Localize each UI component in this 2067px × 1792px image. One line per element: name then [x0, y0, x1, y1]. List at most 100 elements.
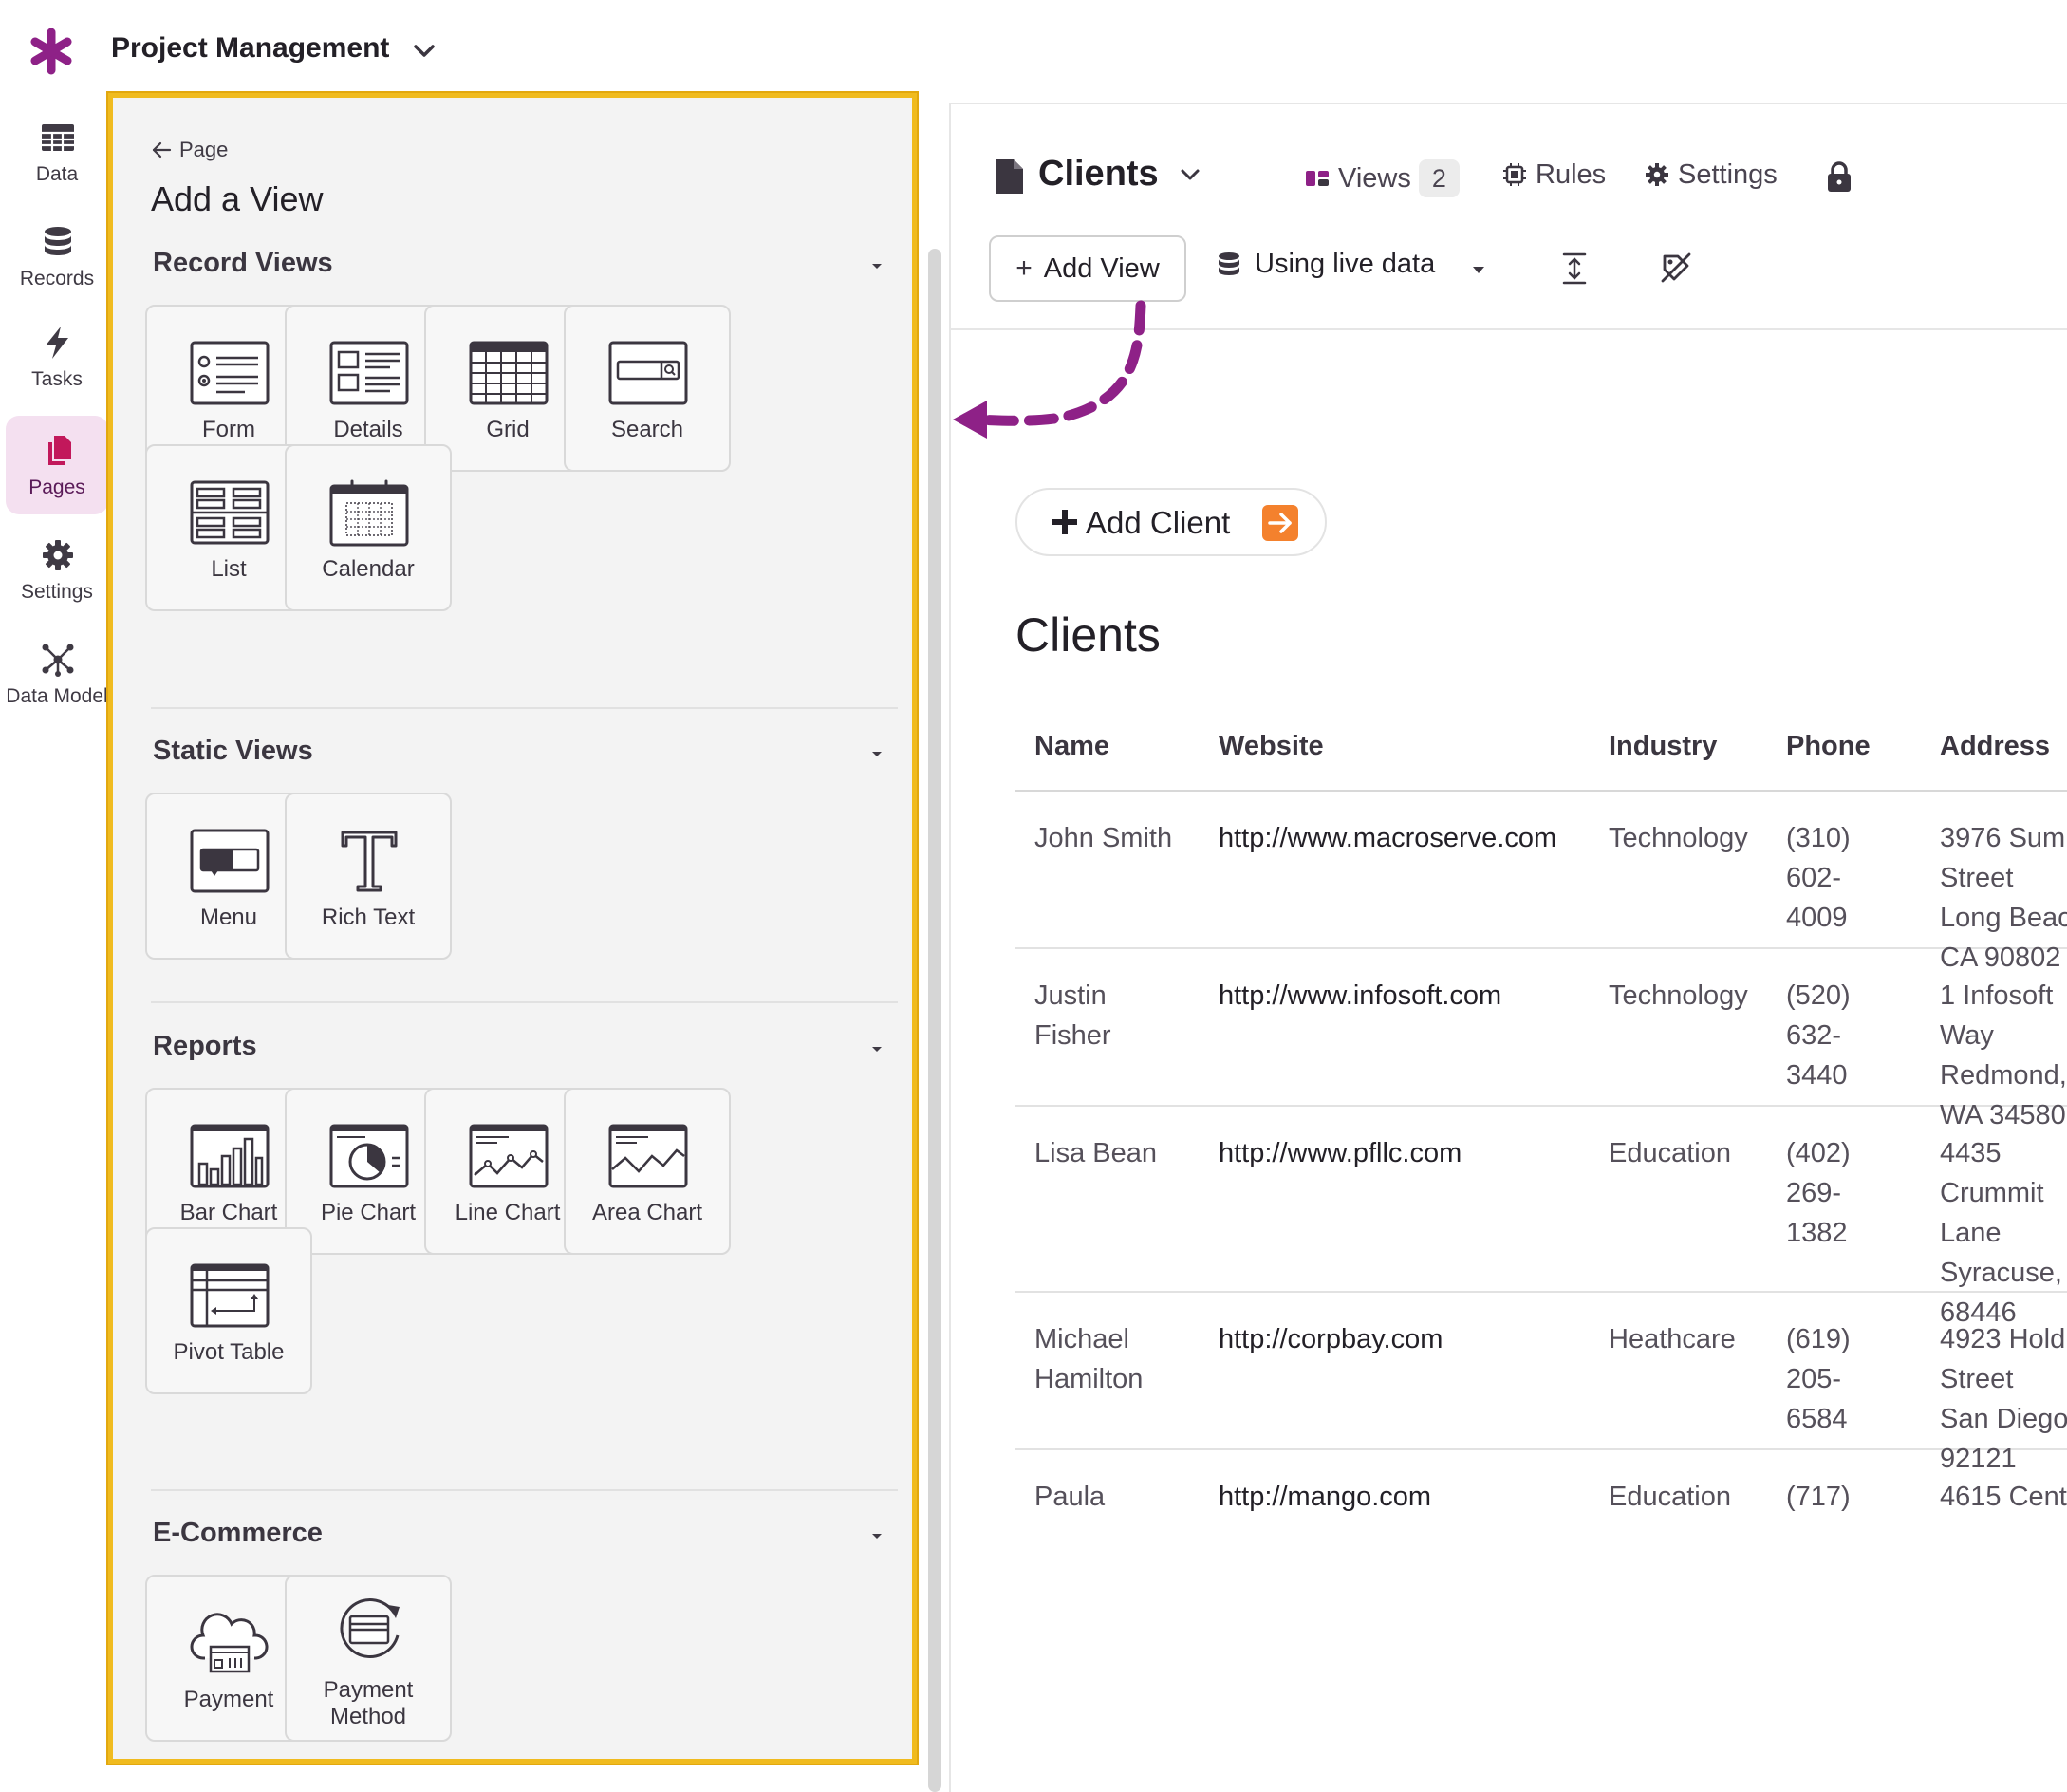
- cell-name: Michael Hamilton: [1034, 1324, 1144, 1394]
- panel-scrollbar[interactable]: [928, 249, 941, 1792]
- cell-name: Lisa Bean: [1034, 1138, 1157, 1168]
- table-row[interactable]: John Smith http://www.macroserve.com Techn…: [1015, 792, 2067, 973]
- address-line: 3976 Summ: [1940, 823, 2067, 853]
- asterisk-logo-icon[interactable]: [30, 27, 72, 76]
- chevron-down-icon[interactable]: [1177, 161, 1203, 188]
- calendar-icon: [329, 479, 409, 547]
- page-name[interactable]: Clients: [1038, 154, 1159, 195]
- tile-label: Calendar: [322, 556, 415, 582]
- chip-icon: [1503, 163, 1526, 186]
- cell-phone: (619) 205-6584: [1786, 1324, 1851, 1434]
- pie-chart-icon: [329, 1124, 409, 1188]
- rail-item-settings[interactable]: Settings: [6, 520, 108, 619]
- hide-design-icon[interactable]: [1659, 251, 1693, 285]
- caret-down-icon[interactable]: [1469, 260, 1488, 279]
- view-tile-calendar[interactable]: Calendar: [285, 444, 452, 611]
- cell-phone: (402) 269-1382: [1786, 1138, 1851, 1248]
- caret-down-icon[interactable]: [868, 745, 885, 762]
- cell-industry: Technology: [1609, 980, 1748, 1011]
- cell-phone: (717): [1786, 1482, 1851, 1512]
- page-icon: [996, 159, 1023, 194]
- rail-label: Settings: [21, 581, 93, 603]
- lock-icon[interactable]: [1824, 159, 1854, 194]
- views-count-badge: 2: [1418, 159, 1460, 197]
- section-title-record-views: Record Views: [153, 248, 333, 278]
- add-view-label: Add View: [1043, 253, 1160, 284]
- database-icon: [45, 227, 71, 255]
- cell-industry: Education: [1609, 1138, 1731, 1168]
- cell-website: http://www.macroserve.com: [1219, 823, 1557, 853]
- section-title-static-views: Static Views: [153, 736, 313, 766]
- column-header-industry[interactable]: Industry: [1609, 731, 1717, 762]
- live-data-label: Using live data: [1255, 249, 1436, 279]
- cell-industry: Education: [1609, 1482, 1731, 1512]
- cell-address: 4615 Cent: [1940, 1477, 2067, 1517]
- settings-label: Settings: [1678, 159, 1778, 190]
- add-client-label: Add Client: [1086, 505, 1231, 540]
- rail-item-tasks[interactable]: Tasks: [6, 308, 108, 406]
- view-tile-search[interactable]: Search: [564, 305, 731, 472]
- address-line: Redmond,: [1940, 1060, 2067, 1091]
- address-line: San Diego,: [1940, 1404, 2067, 1434]
- pivot-table-icon: [190, 1263, 270, 1328]
- chevron-down-icon[interactable]: [410, 36, 438, 65]
- tile-label-line: Payment Method: [323, 1677, 414, 1729]
- table-row[interactable]: Justin Fisher http://www.infosoft.com Tech…: [1015, 949, 2067, 1130]
- column-header-address[interactable]: Address: [1940, 731, 2050, 762]
- column-header-phone[interactable]: Phone: [1786, 731, 1871, 762]
- column-header-website[interactable]: Website: [1219, 731, 1324, 762]
- address-line: Way: [1940, 1020, 1994, 1051]
- address-line: 1 Infosoft: [1940, 980, 2054, 1011]
- table-row[interactable]: Paula http://mango.com Education (717) 4615 …: [1015, 1450, 2067, 1564]
- address-line: Crummit: [1940, 1178, 2044, 1208]
- view-tile-pivot-table[interactable]: Pivot Table: [145, 1227, 312, 1394]
- details-icon: [329, 341, 409, 405]
- settings-link[interactable]: Settings: [1644, 159, 1778, 191]
- cell-phone: (520) 632-3440: [1786, 980, 1851, 1091]
- caret-down-icon[interactable]: [868, 1527, 885, 1544]
- address-line: Syracuse, N: [1940, 1258, 2067, 1288]
- cell-name: Justin Fisher: [1034, 980, 1111, 1051]
- section-title-reports: Reports: [153, 1031, 257, 1061]
- address-line: 4923 Hold: [1940, 1324, 2066, 1354]
- tile-label: Rich Text: [321, 905, 416, 930]
- views-link[interactable]: Views 2: [1304, 159, 1460, 197]
- table-row[interactable]: Lisa Bean http://www.pfllc.com Education (4…: [1015, 1107, 2067, 1328]
- grid-icon: [469, 341, 549, 405]
- section-title-e-commerce: E-Commerce: [153, 1518, 323, 1548]
- rail-label: Pages: [28, 476, 85, 498]
- table-icon: [42, 124, 74, 151]
- rail-item-data[interactable]: Data: [6, 103, 108, 201]
- rail-item-pages[interactable]: Pages: [6, 416, 108, 514]
- area-chart-icon: [608, 1124, 688, 1188]
- section-divider: [151, 1001, 898, 1003]
- views-icon: [1306, 171, 1329, 186]
- database-icon: [1219, 252, 1239, 275]
- row-height-icon[interactable]: [1558, 251, 1591, 287]
- rail-item-data-model[interactable]: Data Model: [6, 625, 108, 723]
- dashed-arrow-annotation: [953, 300, 1146, 439]
- column-header-name[interactable]: Name: [1034, 731, 1109, 762]
- table-row[interactable]: Michael Hamilton http://corpbay.com Heathc…: [1015, 1293, 2067, 1474]
- add-client-button[interactable]: Add Client: [1015, 488, 1327, 556]
- cell-name: Paula: [1034, 1482, 1106, 1512]
- caret-down-icon[interactable]: [868, 257, 885, 274]
- view-tile-area-chart[interactable]: Area Chart: [564, 1088, 731, 1255]
- address-line: 4615 Cent: [1940, 1482, 2067, 1512]
- views-label: Views: [1338, 163, 1411, 194]
- lightning-icon: [46, 327, 68, 359]
- cell-website: http://www.pfllc.com: [1219, 1138, 1462, 1168]
- live-data-toggle[interactable]: Using live data: [1215, 249, 1435, 280]
- view-tile-rich-text[interactable]: Rich Text: [285, 793, 452, 960]
- rules-link[interactable]: Rules: [1501, 159, 1606, 191]
- app-title[interactable]: Project Management: [111, 32, 389, 65]
- back-to-page-link[interactable]: Page: [151, 138, 228, 162]
- rail-item-records[interactable]: Records: [6, 207, 108, 306]
- panel-title: Add a View: [151, 179, 324, 218]
- address-line: 4435: [1940, 1138, 2002, 1168]
- add-view-button[interactable]: + Add View: [989, 235, 1186, 302]
- rail-label: Data Model: [6, 685, 108, 707]
- caret-down-icon[interactable]: [868, 1040, 885, 1057]
- rich-text-icon: [341, 831, 398, 892]
- view-tile-payment-method[interactable]: Payment Method: [285, 1575, 452, 1742]
